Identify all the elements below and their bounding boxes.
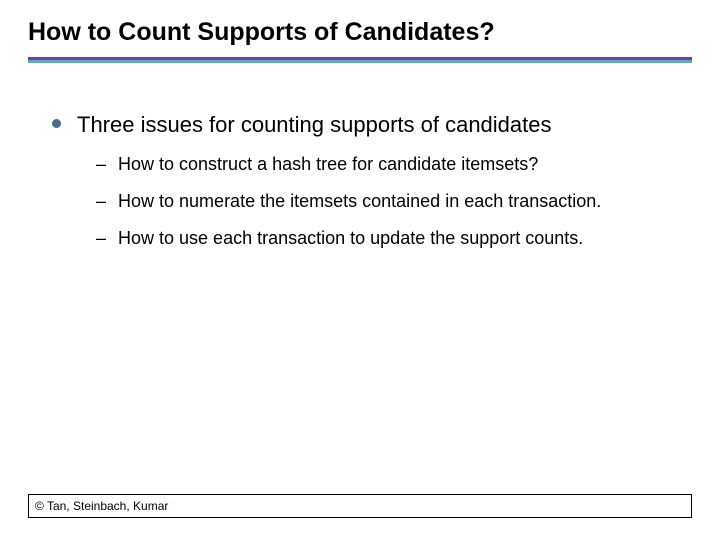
dash-icon: – xyxy=(96,227,106,250)
subbullet-text: How to construct a hash tree for candida… xyxy=(118,153,538,176)
slide-content: Three issues for counting supports of ca… xyxy=(28,63,692,251)
dash-icon: – xyxy=(96,190,106,213)
footer-credit: © Tan, Steinbach, Kumar xyxy=(28,494,692,518)
slide-title: How to Count Supports of Candidates? xyxy=(28,18,692,57)
bullet-level2: – How to use each transaction to update … xyxy=(96,227,684,250)
bullet-text: Three issues for counting supports of ca… xyxy=(77,111,552,139)
dash-icon: – xyxy=(96,153,106,176)
bullet-level2: – How to construct a hash tree for candi… xyxy=(96,153,684,176)
bullet-level1: Three issues for counting supports of ca… xyxy=(52,111,684,139)
bullet-level2: – How to numerate the itemsets contained… xyxy=(96,190,684,213)
slide: How to Count Supports of Candidates? Thr… xyxy=(0,0,720,540)
subbullet-text: How to use each transaction to update th… xyxy=(118,227,583,250)
dot-icon xyxy=(52,119,61,128)
subbullet-text: How to numerate the itemsets contained i… xyxy=(118,190,601,213)
